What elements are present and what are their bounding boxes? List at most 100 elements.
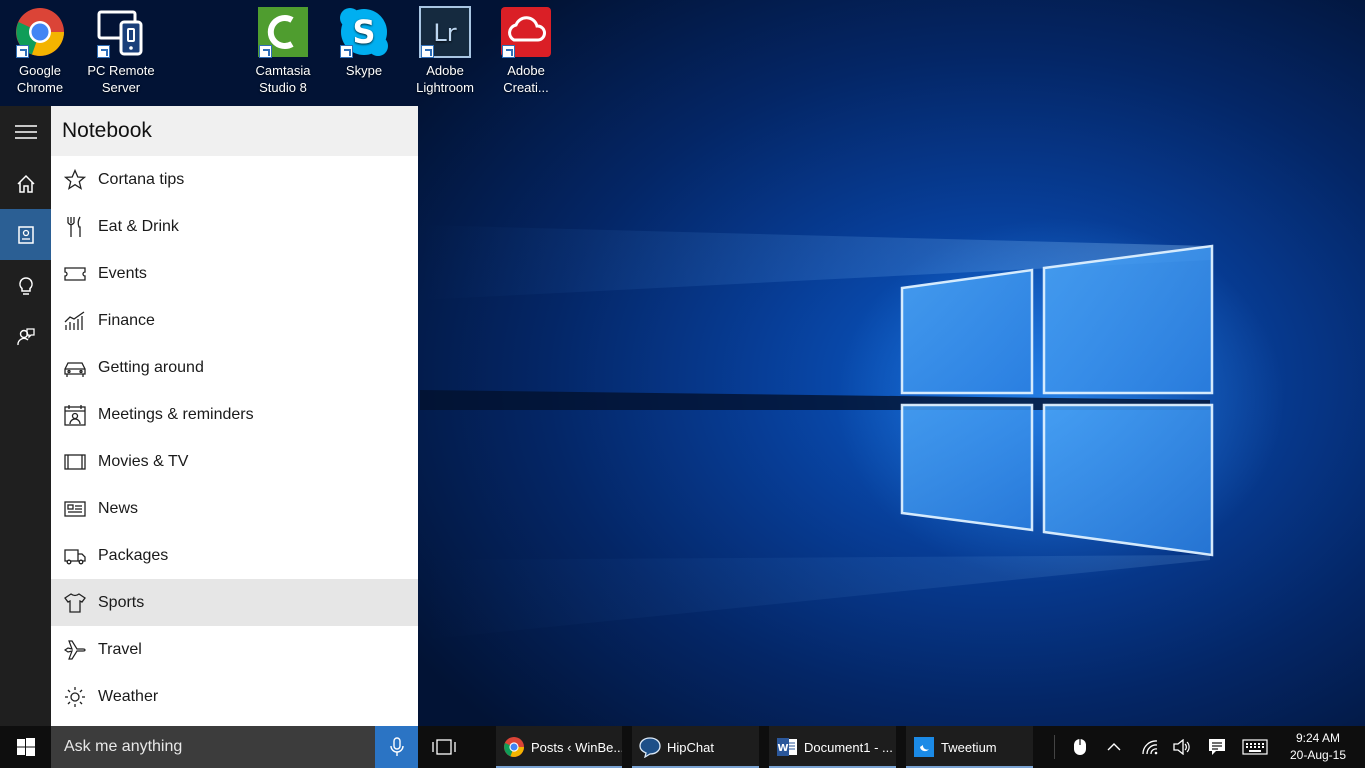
desktop-icon-label: Camtasia (255, 63, 311, 78)
desktop-icon-label: Server (101, 80, 141, 95)
microphone-icon (389, 737, 404, 756)
notebook-item-label: Sports (98, 593, 145, 611)
notebook-item-label: Movies & TV (98, 452, 189, 470)
notebook-item-label: Meetings & reminders (98, 405, 254, 423)
notebook-item-cortana-tips[interactable]: Cortana tips (51, 156, 418, 203)
film-icon (63, 450, 86, 473)
ticket-icon (63, 262, 86, 285)
notebook-item-label: Travel (98, 640, 142, 658)
lightbulb-icon (18, 276, 33, 295)
feedback-button[interactable] (0, 311, 51, 362)
creative-cloud-icon (500, 6, 552, 58)
newspaper-icon (63, 497, 86, 520)
airplane-icon (63, 638, 86, 661)
pc-remote-icon (95, 6, 147, 58)
hamburger-menu-button[interactable] (0, 106, 51, 157)
taskbar: Ask me anything Posts ‹ WinBe... HipChat (0, 726, 1365, 768)
notebook-item-label: Weather (98, 687, 159, 705)
tray-network[interactable] (1138, 726, 1162, 768)
taskbar-app-word[interactable]: W Document1 - ... (769, 726, 896, 768)
desktop-icon-creative-cloud[interactable]: Adobe Creati... (486, 4, 566, 96)
notebook-panel: Notebook Cortana tips Eat & Drink Events… (51, 106, 418, 726)
hamburger-menu-icon (14, 124, 37, 139)
notebook-item-movies-tv[interactable]: Movies & TV (51, 438, 418, 485)
notebook-button[interactable] (0, 209, 51, 260)
task-view-button[interactable] (424, 726, 464, 768)
home-button[interactable] (0, 158, 51, 209)
action-center-icon (1209, 739, 1225, 755)
camtasia-icon (257, 6, 309, 58)
taskbar-app-chrome[interactable]: Posts ‹ WinBe... (496, 726, 622, 768)
truck-icon (63, 544, 86, 567)
chrome-icon (504, 737, 524, 757)
cortana-rail (0, 106, 51, 726)
tray-mouse[interactable] (1068, 726, 1092, 768)
desktop-icon-chrome[interactable]: Google Chrome (0, 4, 80, 96)
desktop-icon-camtasia[interactable]: Camtasia Studio 8 (243, 4, 323, 96)
notebook-item-label: Events (98, 264, 147, 282)
windows-start-icon (16, 738, 35, 756)
notebook-item-travel[interactable]: Travel (51, 626, 418, 673)
tray-touch-keyboard[interactable] (1240, 726, 1270, 768)
notebook-item-label: News (98, 499, 139, 517)
desktop-icon-pc-remote[interactable]: PC Remote Server (81, 4, 161, 96)
notebook-item-label: Finance (98, 311, 155, 329)
notebook-item-label: Getting around (98, 358, 204, 376)
hipchat-icon (639, 737, 661, 758)
taskbar-clock[interactable]: 9:24 AM 20-Aug-15 (1278, 730, 1358, 764)
chrome-icon (14, 6, 66, 58)
star-icon (63, 168, 86, 191)
taskbar-app-hipchat[interactable]: HipChat (632, 726, 759, 768)
notebook-item-news[interactable]: News (51, 485, 418, 532)
svg-text:Lr: Lr (433, 19, 456, 47)
desktop-icon-label: PC Remote (87, 63, 155, 78)
notebook-item-eat-drink[interactable]: Eat & Drink (51, 203, 418, 250)
tray-action-center[interactable] (1204, 726, 1230, 768)
tray-volume[interactable] (1170, 726, 1194, 768)
speaker-icon (1173, 739, 1190, 755)
desktop-icon-skype[interactable]: S Skype (324, 4, 404, 79)
start-button[interactable] (0, 726, 51, 768)
tray-show-hidden[interactable] (1102, 726, 1126, 768)
desktop-icon-label: Skype (345, 63, 383, 78)
tips-button[interactable] (0, 260, 51, 311)
skype-icon: S (338, 6, 390, 58)
notebook-item-label: Packages (98, 546, 169, 564)
taskbar-app-tweetium[interactable]: Tweetium (906, 726, 1033, 768)
notebook-icon (17, 225, 34, 244)
cortana-search-input[interactable]: Ask me anything (51, 726, 375, 768)
notebook-item-packages[interactable]: Packages (51, 532, 418, 579)
wifi-icon (1142, 740, 1158, 755)
clock-time: 9:24 AM (1295, 731, 1341, 745)
svg-text:W: W (777, 743, 788, 754)
fork-knife-icon (63, 215, 86, 238)
notebook-item-label: Eat & Drink (98, 217, 179, 235)
notebook-item-finance[interactable]: Finance (51, 297, 418, 344)
svg-text:S: S (352, 13, 375, 51)
desktop-icon-label: Google (19, 63, 61, 78)
lightroom-icon: Lr (419, 6, 471, 58)
desktop-icon-lightroom[interactable]: Lr Adobe Lightroom (405, 4, 485, 96)
taskbar-app-label: Document1 - ... (804, 739, 893, 755)
notebook-item-getting-around[interactable]: Getting around (51, 344, 418, 391)
notebook-item-sports[interactable]: Sports (51, 579, 418, 626)
desktop-icon-label: Lightroom (416, 80, 474, 95)
car-icon (63, 356, 86, 379)
clock-date: 20-Aug-15 (1289, 748, 1347, 762)
keyboard-icon (1242, 739, 1268, 755)
notebook-title: Notebook (51, 106, 418, 156)
notebook-item-label: Cortana tips (98, 170, 185, 188)
sun-icon (63, 685, 86, 708)
notebook-item-weather[interactable]: Weather (51, 673, 418, 720)
desktop-icon-label: Adobe (426, 63, 464, 78)
desktop-icon-label: Studio 8 (259, 80, 307, 95)
desktop-icon-label: Adobe (507, 63, 545, 78)
task-view-icon (432, 739, 456, 755)
notebook-item-events[interactable]: Events (51, 250, 418, 297)
word-icon: W (777, 738, 797, 756)
calendar-person-icon (63, 403, 86, 426)
jersey-icon (63, 591, 86, 614)
notebook-item-meetings-reminders[interactable]: Meetings & reminders (51, 391, 418, 438)
microphone-button[interactable] (375, 726, 418, 768)
tray-divider (1054, 735, 1055, 759)
